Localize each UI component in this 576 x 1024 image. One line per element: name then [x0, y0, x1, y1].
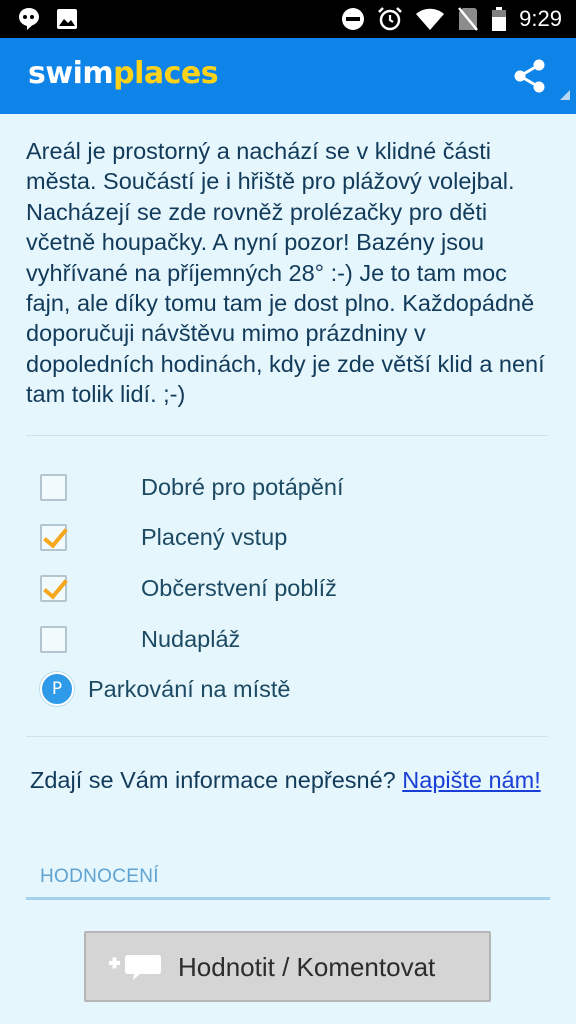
contact-us-link[interactable]: Napište nám!	[402, 767, 540, 793]
chat-bubble-icon	[19, 8, 39, 30]
feature-paid-entry[interactable]: Placený vstup	[40, 522, 287, 552]
app-logo[interactable]: swimplaces	[28, 56, 219, 91]
feature-label-diving: Dobré pro potápění	[141, 474, 344, 500]
battery-icon	[492, 7, 507, 31]
feature-nudist-beach[interactable]: Nudapláž	[40, 624, 240, 654]
feature-label-nudist-beach: Nudapláž	[141, 626, 241, 652]
feature-checkbox-refreshments[interactable]	[40, 574, 67, 602]
feedback-text: Zdají se Vám informace nepřesné? Napište…	[30, 765, 550, 795]
feature-checkbox-nudist-beach[interactable]	[40, 625, 67, 653]
clock: 9:29	[519, 6, 562, 31]
do-not-disturb-icon	[342, 8, 365, 30]
logo-swim: swim	[28, 56, 114, 91]
feature-label-refreshments: Občerstvení poblíž	[141, 575, 337, 601]
rating-section-underline	[26, 897, 550, 900]
rating-section-title: HODNOCENÍ	[40, 866, 159, 887]
share-button[interactable]	[510, 56, 550, 96]
wifi-icon	[416, 8, 445, 30]
rate-button-label: Hodnotit / Komentovat	[178, 952, 436, 982]
feature-diving[interactable]: Dobré pro potápění	[40, 472, 344, 502]
feature-checkbox-diving[interactable]	[40, 473, 67, 501]
feature-checkbox-paid-entry[interactable]	[40, 523, 67, 551]
divider-top	[26, 435, 548, 436]
place-description: Areál je prostorný a nachází se v klidné…	[26, 138, 545, 408]
overflow-corner-indicator	[560, 90, 570, 100]
feature-refreshments[interactable]: Občerstvení poblíž	[40, 573, 337, 603]
parking-label: Parkování na místě	[88, 675, 291, 702]
app-bar: swimplaces	[0, 38, 576, 114]
parking-info: P Parkování na místě	[40, 672, 290, 706]
no-sim-icon	[458, 7, 479, 31]
feedback-question: Zdají se Vám informace nepřesné?	[30, 767, 403, 793]
logo-places: places	[113, 56, 219, 91]
image-icon	[57, 9, 77, 29]
divider-bottom	[26, 736, 548, 737]
alarm-icon	[378, 7, 403, 31]
status-bar: 9:29	[0, 0, 576, 38]
parking-icon: P	[40, 672, 74, 706]
rate-comment-button[interactable]: Hodnotit / Komentovat	[84, 931, 491, 1002]
add-comment-icon	[109, 955, 161, 980]
share-icon	[514, 59, 545, 93]
feature-label-paid-entry: Placený vstup	[141, 524, 288, 550]
